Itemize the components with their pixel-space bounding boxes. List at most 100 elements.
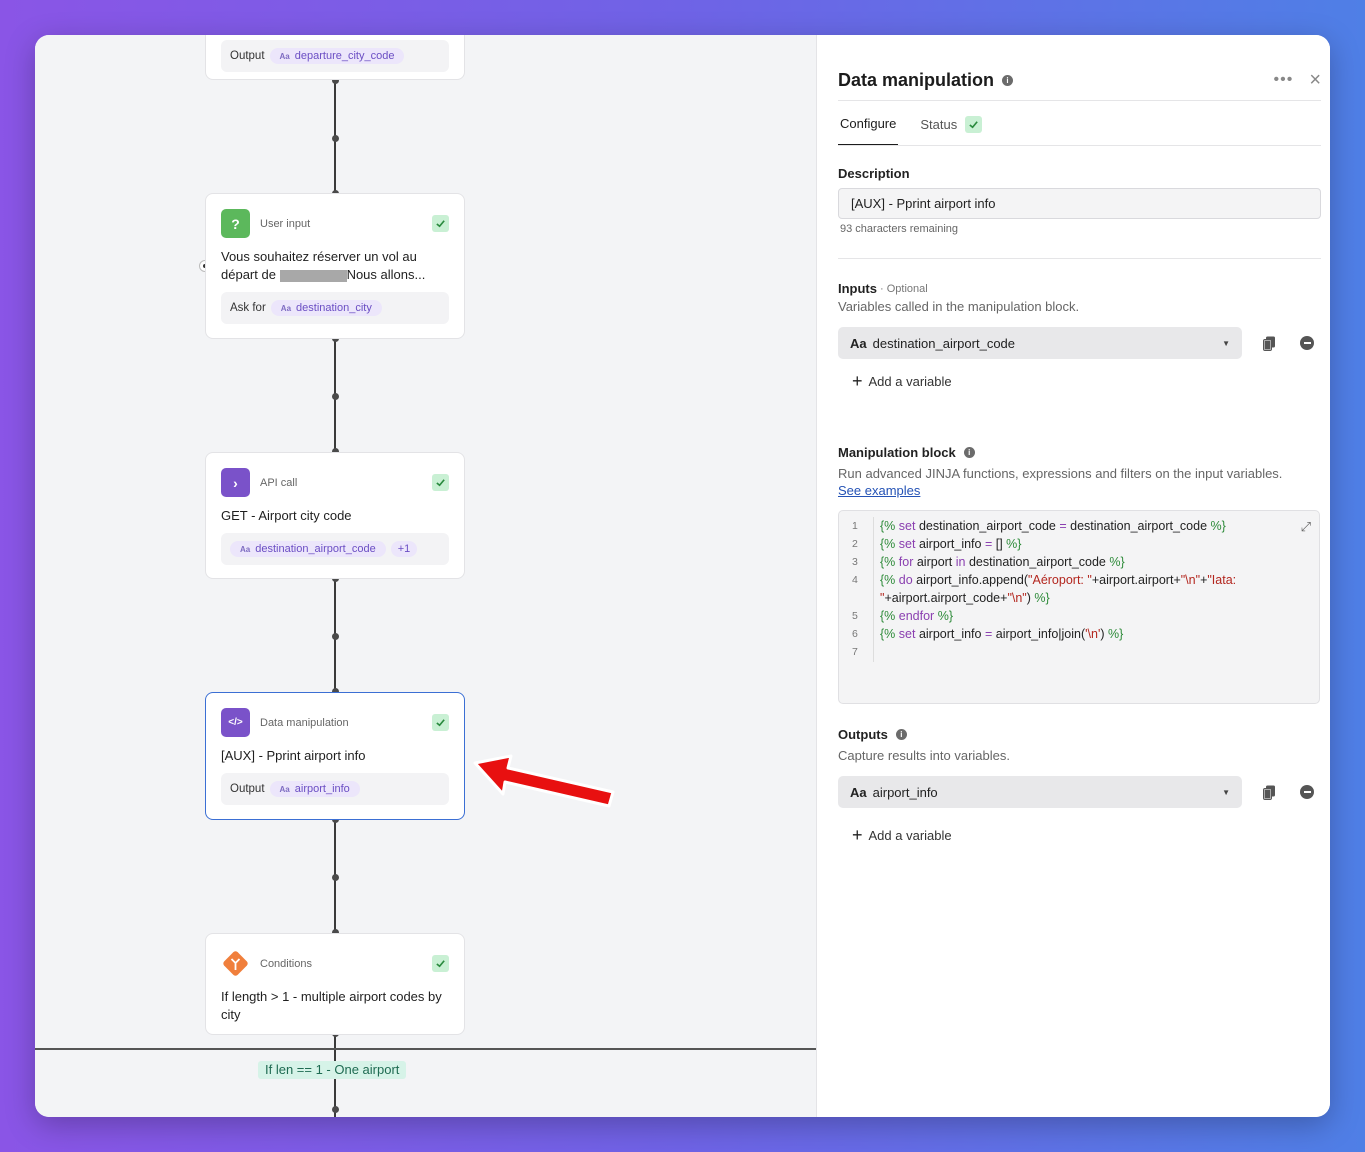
node-type-label: Conditions xyxy=(260,957,312,970)
info-icon[interactable]: i xyxy=(895,729,907,740)
outputs-section: Outputs i Capture results into variables… xyxy=(838,727,1321,844)
code-token: %} xyxy=(937,609,954,623)
tab-status[interactable]: Status xyxy=(918,102,984,146)
code-token: = xyxy=(1059,519,1067,533)
question-icon: ? xyxy=(221,209,250,238)
input-variable-select[interactable]: Aa destination_airport_code ▼ xyxy=(838,327,1242,359)
code-token: "Iata: xyxy=(1207,573,1237,587)
code-line: {% do airport_info.append("Aéroport: "+a… xyxy=(880,573,1237,587)
variable-name: destination_airport_code xyxy=(255,543,376,555)
code-line: "+airport.airport_code+"\n") %} xyxy=(880,591,1050,605)
copy-button[interactable] xyxy=(1259,333,1279,353)
node-type-label: Data manipulation xyxy=(260,716,349,729)
code-token: = xyxy=(984,627,993,641)
code-token: in xyxy=(955,555,966,569)
code-token: "\n" xyxy=(1180,573,1201,587)
inputs-helper: Variables called in the manipulation blo… xyxy=(838,299,1080,314)
variable-chip[interactable]: Aa destination_airport_code xyxy=(230,541,386,557)
input-variable-row: Aa destination_airport_code ▼ xyxy=(838,327,1321,359)
connector-dot[interactable] xyxy=(332,135,339,142)
text-var-icon: Aa xyxy=(279,784,290,794)
output-variable-row: Aa airport_info ▼ xyxy=(838,776,1321,808)
inputs-label-text: Inputs xyxy=(838,281,877,296)
check-icon xyxy=(965,115,983,133)
tab-configure[interactable]: Configure xyxy=(838,102,899,146)
node-title: [AUX] - Pprint airport info xyxy=(221,748,366,763)
more-options-icon[interactable]: ••• xyxy=(1274,71,1294,89)
variable-chip[interactable]: Aa destination_city xyxy=(270,300,382,316)
plus-icon: + xyxy=(852,825,863,845)
selected-variable: destination_airport_code xyxy=(872,335,1016,351)
code-editor[interactable]: 1 2 3 4 5 6 7 {% set destination_airport… xyxy=(838,510,1320,704)
more-variables-chip[interactable]: +1 xyxy=(390,541,418,557)
properties-panel: Data manipulation i ••• × Configure Stat… xyxy=(816,35,1330,1117)
panel-header: Data manipulation i ••• × xyxy=(838,60,1321,100)
info-icon[interactable]: i xyxy=(963,447,975,458)
see-examples-link[interactable]: See examples xyxy=(838,483,1321,498)
check-icon xyxy=(432,714,449,731)
code-token: {% xyxy=(880,555,896,569)
copy-button[interactable] xyxy=(1259,782,1279,802)
expand-icon[interactable]: ⤢ xyxy=(1301,519,1311,535)
code-token: "Aéroport: " xyxy=(1028,573,1092,587)
remove-input-button[interactable] xyxy=(1297,333,1317,353)
add-output-variable-button[interactable]: + Add a variable xyxy=(852,826,1321,844)
connector-dot[interactable] xyxy=(332,874,339,881)
line-number: 2 xyxy=(852,538,858,550)
panel-tabs: Configure Status xyxy=(838,102,1321,146)
close-icon[interactable]: × xyxy=(1309,70,1321,90)
output-variable-select[interactable]: Aa airport_info ▼ xyxy=(838,776,1242,808)
divider xyxy=(838,100,1321,101)
manipulation-label-text: Manipulation block xyxy=(838,445,956,460)
node-title: Vous souhaitez réserver un vol au départ… xyxy=(206,238,464,284)
flow-node-api-call[interactable]: › API call GET - Airport city code Aa des… xyxy=(205,452,465,579)
variable-chip[interactable]: Aa airport_info xyxy=(269,781,360,797)
code-token: {% xyxy=(880,519,896,533)
remove-output-button[interactable] xyxy=(1297,782,1317,802)
divider xyxy=(838,258,1321,259)
characters-remaining: 93 characters remaining xyxy=(840,223,959,235)
plus-icon: + xyxy=(852,371,863,391)
redacted-text xyxy=(279,269,347,282)
code-line: {% for airport in destination_airport_co… xyxy=(880,555,1125,569)
output-label: Output xyxy=(230,783,265,795)
flow-node-conditions[interactable]: Conditions If length > 1 - multiple airp… xyxy=(205,933,465,1035)
variable-name: airport_info xyxy=(294,783,350,795)
code-token: {% xyxy=(880,609,896,623)
node-title: If length > 1 - multiple airport codes b… xyxy=(221,989,442,1022)
variable-name: destination_city xyxy=(296,302,372,314)
description-input[interactable] xyxy=(838,188,1321,219)
node-title-text: Nous allons... xyxy=(346,267,426,282)
manipulation-section: Manipulation block i Run advanced JINJA … xyxy=(838,445,1321,704)
inputs-label: Inputs · Optional xyxy=(838,281,1321,296)
variable-name: departure_city_code xyxy=(294,50,395,62)
node-output: Output Aa departure_city_code xyxy=(221,40,449,72)
minus-circle-icon xyxy=(1300,336,1314,350)
flow-node-data-manipulation[interactable]: </> Data manipulation [AUX] - Pprint air… xyxy=(205,692,465,820)
copy-icon xyxy=(1262,336,1275,351)
flow-canvas[interactable]: If len == 1 - One airport Output Aa depar… xyxy=(35,35,816,1117)
variable-chip[interactable]: Aa departure_city_code xyxy=(269,48,405,64)
code-line: {% set destination_airport_code = destin… xyxy=(880,519,1226,533)
code-token: '\n' xyxy=(1085,627,1101,641)
code-token: set xyxy=(898,627,916,641)
line-number: 7 xyxy=(852,646,858,658)
flow-node-user-input[interactable]: ? User input Vous souhaitez réserver un … xyxy=(205,193,465,339)
add-input-variable-button[interactable]: + Add a variable xyxy=(852,372,1321,390)
connector-dot[interactable] xyxy=(332,633,339,640)
code-token: %} xyxy=(1034,591,1050,605)
node-output: Output Aa airport_info xyxy=(221,773,449,805)
manipulation-helper: Run advanced JINJA functions, expression… xyxy=(838,466,1283,481)
code-icon: </> xyxy=(221,708,250,737)
manipulation-label: Manipulation block i xyxy=(838,445,1321,460)
divider xyxy=(838,145,1321,146)
code-token: " xyxy=(880,591,885,605)
branch-label[interactable]: If len == 1 - One airport xyxy=(258,1061,407,1079)
outputs-label-text: Outputs xyxy=(838,727,888,742)
chevron-down-icon: ▼ xyxy=(1222,787,1230,797)
code-token: endfor xyxy=(898,609,935,623)
info-icon[interactable]: i xyxy=(1002,74,1014,86)
code-token: "\n" xyxy=(1007,591,1027,605)
connector-dot[interactable] xyxy=(332,393,339,400)
flow-node-previous[interactable]: Output Aa departure_city_code xyxy=(205,35,465,80)
